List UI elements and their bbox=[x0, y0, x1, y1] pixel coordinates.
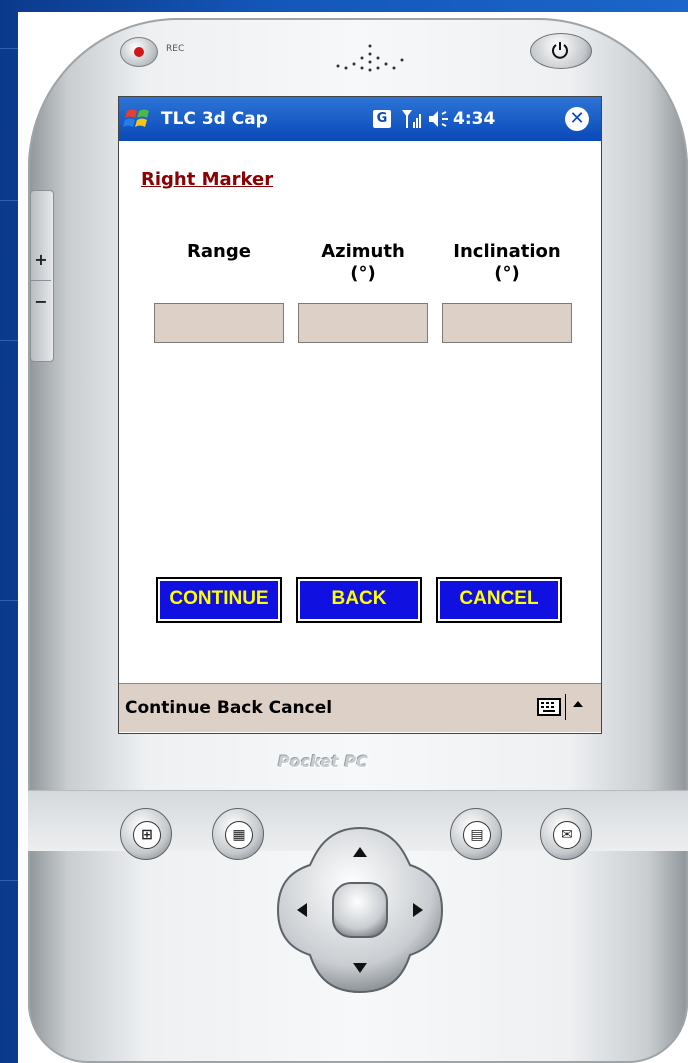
command-bar: Continue Back Cancel bbox=[119, 683, 601, 732]
app-title: TLC 3d Cap bbox=[161, 109, 268, 129]
keyboard-icon[interactable] bbox=[537, 698, 561, 716]
speaker-grille bbox=[336, 44, 404, 72]
close-icon[interactable]: ✕ bbox=[565, 107, 589, 131]
back-button[interactable]: BACK bbox=[296, 577, 422, 623]
power-button[interactable] bbox=[530, 33, 592, 69]
calendar-icon: ▦ bbox=[225, 821, 253, 849]
title-bar: TLC 3d Cap G 4:34 ✕ bbox=[119, 97, 601, 141]
g-badge-icon[interactable]: G bbox=[373, 110, 391, 128]
start-flag-icon[interactable] bbox=[123, 103, 155, 135]
column-label: Azimuth bbox=[321, 241, 405, 262]
cancel-button[interactable]: CANCEL bbox=[436, 577, 562, 623]
volume-icon[interactable] bbox=[427, 109, 451, 129]
device-screen: TLC 3d Cap G 4:34 ✕ Right Marker Range A… bbox=[118, 96, 602, 734]
column-unit: (°) bbox=[494, 263, 520, 284]
column-label: Range bbox=[187, 241, 251, 262]
record-icon bbox=[134, 47, 144, 57]
pocket-pc-logo: Pocket PC bbox=[278, 752, 368, 771]
column-header-inclination: Inclination (°) bbox=[437, 241, 577, 285]
column-label: Inclination bbox=[453, 241, 561, 262]
record-label: REC bbox=[166, 44, 185, 54]
range-field[interactable] bbox=[154, 303, 284, 343]
up-arrow-icon[interactable] bbox=[571, 697, 585, 711]
column-header-range: Range bbox=[149, 241, 289, 263]
azimuth-field[interactable] bbox=[298, 303, 428, 343]
clock[interactable]: 4:34 bbox=[453, 109, 495, 129]
signal-icon[interactable] bbox=[401, 108, 423, 130]
volume-down-button[interactable]: − bbox=[31, 282, 51, 322]
windows-icon: ⊞ bbox=[133, 821, 161, 849]
navigation-pad[interactable] bbox=[275, 825, 445, 995]
marker-title: Right Marker bbox=[141, 169, 274, 190]
command-bar-separator bbox=[565, 694, 566, 720]
windows-hw-button[interactable]: ⊞ bbox=[120, 808, 172, 860]
continue-button[interactable]: CONTINUE bbox=[156, 577, 282, 623]
inclination-field[interactable] bbox=[442, 303, 572, 343]
mail-icon: ✉ bbox=[553, 821, 581, 849]
mail-hw-button[interactable]: ✉ bbox=[540, 808, 592, 860]
command-bar-text[interactable]: Continue Back Cancel bbox=[125, 698, 332, 718]
record-button[interactable] bbox=[120, 37, 158, 67]
volume-up-button[interactable]: + bbox=[31, 240, 51, 281]
calendar-hw-button[interactable]: ▦ bbox=[212, 808, 264, 860]
contacts-icon: ▤ bbox=[463, 821, 491, 849]
contacts-hw-button[interactable]: ▤ bbox=[450, 808, 502, 860]
column-header-azimuth: Azimuth (°) bbox=[293, 241, 433, 285]
power-icon bbox=[552, 42, 568, 59]
column-unit: (°) bbox=[350, 263, 376, 284]
